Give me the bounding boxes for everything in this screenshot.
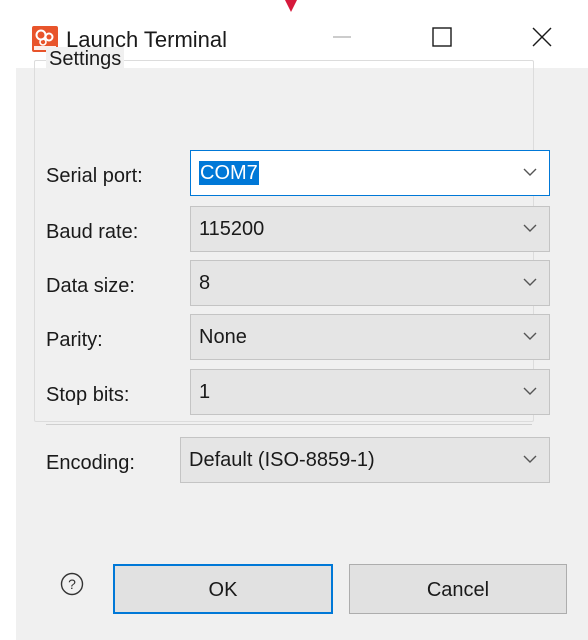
encoding-label: Encoding: xyxy=(46,452,135,474)
stop-bits-value: 1 xyxy=(199,381,211,403)
encoding-combo[interactable]: Default (ISO-8859-1) xyxy=(180,437,550,483)
serial-port-value: COM7 xyxy=(199,161,259,185)
cancel-button[interactable]: Cancel xyxy=(349,564,567,614)
help-icon[interactable]: ? xyxy=(60,572,84,596)
data-size-value: 8 xyxy=(199,272,211,294)
serial-port-combo[interactable]: COM7 xyxy=(190,150,550,196)
close-button[interactable] xyxy=(512,14,572,60)
parity-label: Parity: xyxy=(46,329,103,351)
svg-text:?: ? xyxy=(68,576,76,592)
pointer-marker xyxy=(285,0,297,12)
baud-rate-value: 115200 xyxy=(199,218,265,240)
encoding-value: Default (ISO-8859-1) xyxy=(189,449,375,471)
settings-legend: Settings xyxy=(46,47,125,71)
baud-rate-combo[interactable]: 115200 xyxy=(190,206,550,252)
close-icon xyxy=(532,27,552,47)
parity-value: None xyxy=(199,326,247,348)
minimize-icon xyxy=(333,36,351,38)
chevron-down-icon xyxy=(523,224,537,232)
stop-bits-label: Stop bits: xyxy=(46,384,130,406)
parity-combo[interactable]: None xyxy=(190,314,550,360)
maximize-button[interactable] xyxy=(412,14,472,60)
stop-bits-combo[interactable]: 1 xyxy=(190,369,550,415)
data-size-label: Data size: xyxy=(46,275,135,297)
minimize-button[interactable] xyxy=(312,14,372,60)
maximize-icon xyxy=(432,27,452,47)
baud-rate-label: Baud rate: xyxy=(46,221,139,243)
chevron-down-icon xyxy=(523,278,537,286)
chevron-down-icon xyxy=(523,387,537,395)
settings-separator xyxy=(46,424,532,425)
chevron-down-icon xyxy=(523,168,537,176)
serial-port-label: Serial port: xyxy=(46,165,143,187)
chevron-down-icon xyxy=(523,332,537,340)
chevron-down-icon xyxy=(523,455,537,463)
ok-button[interactable]: OK xyxy=(113,564,333,614)
data-size-combo[interactable]: 8 xyxy=(190,260,550,306)
